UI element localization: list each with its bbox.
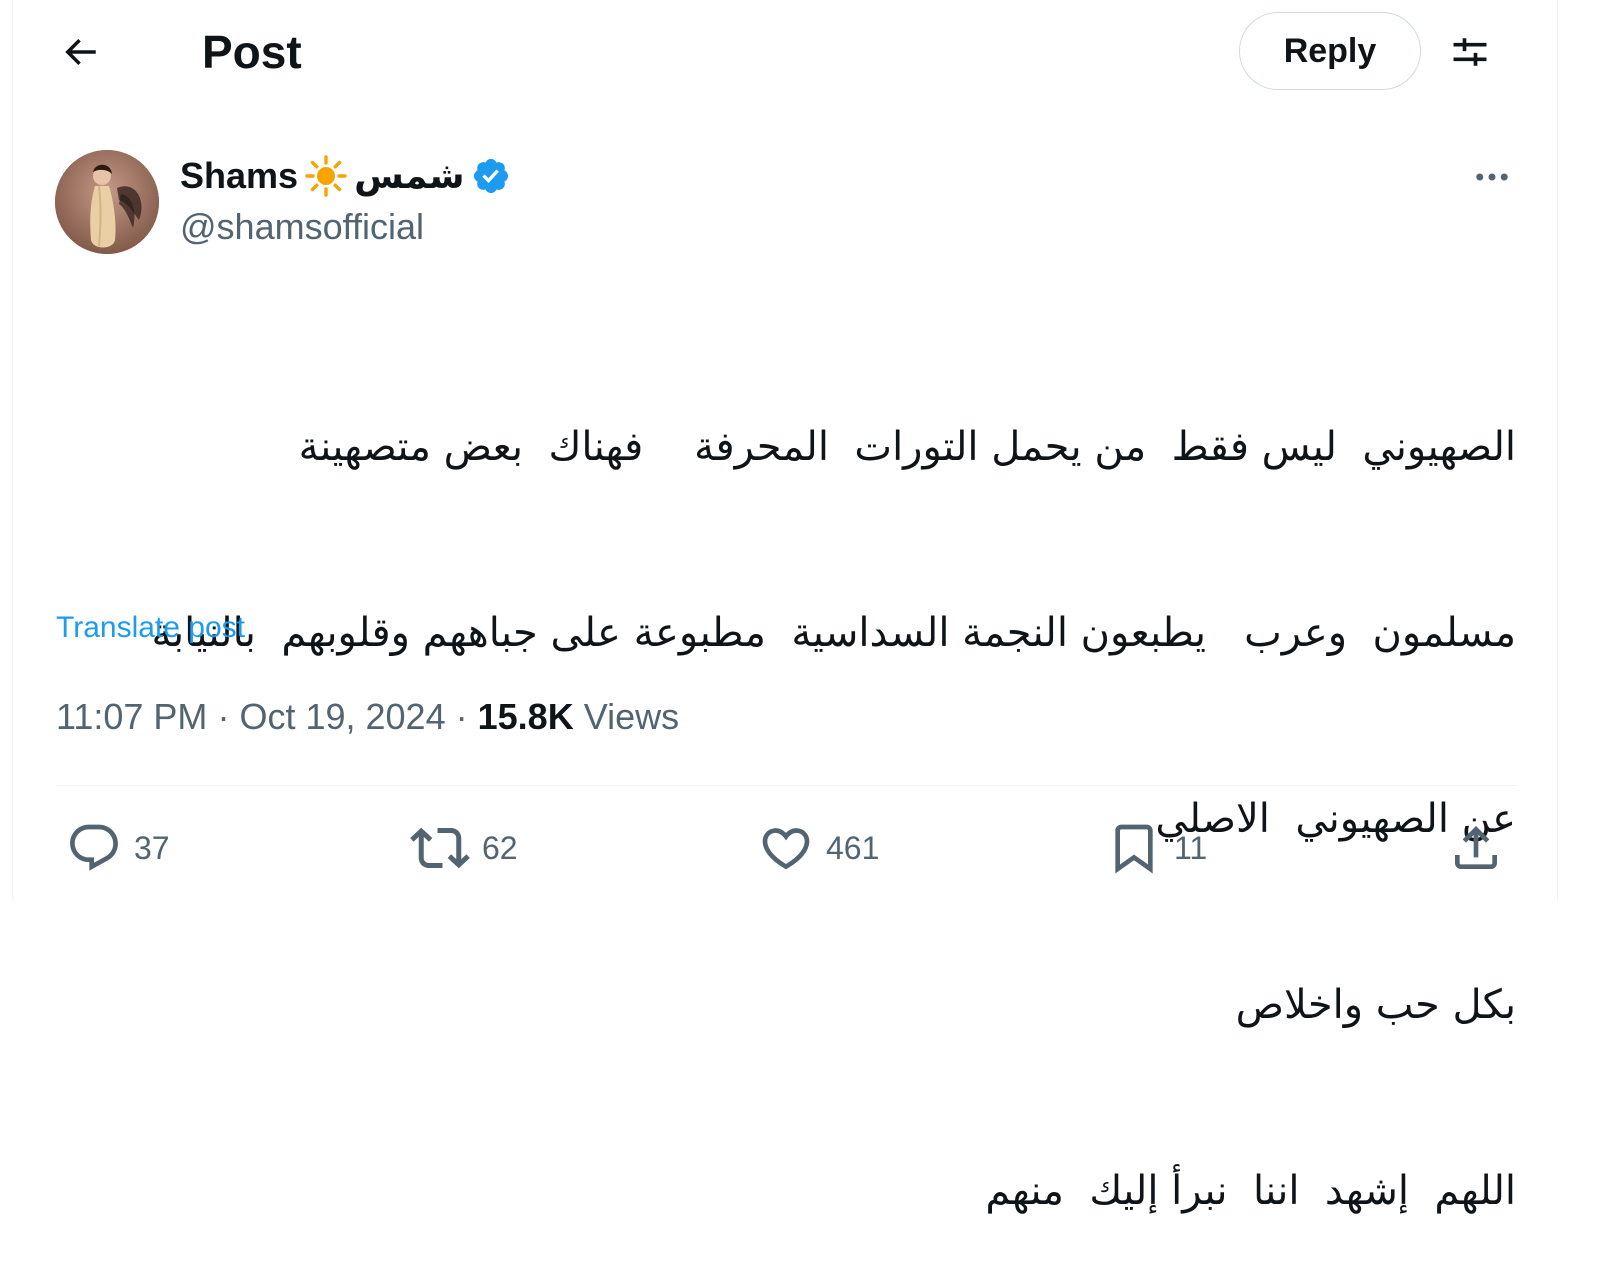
repost-icon <box>410 827 470 869</box>
back-button[interactable] <box>50 22 110 82</box>
reply-action-button[interactable]: 37 <box>66 818 170 878</box>
post-line: الصهيوني ليس فقط من يحمل التورات المحرفة… <box>298 424 1516 470</box>
like-action-button[interactable]: 461 <box>758 818 879 878</box>
sun-icon <box>305 155 347 197</box>
display-name-latin: Shams <box>180 155 299 196</box>
bookmark-icon <box>1115 824 1153 874</box>
verified-badge-icon <box>473 158 508 194</box>
divider <box>55 785 1517 786</box>
post-time[interactable]: 11:07 PM <box>56 696 207 737</box>
display-name-arabic: شمس <box>354 155 465 197</box>
bookmark-action-button[interactable]: 11 <box>1106 818 1207 878</box>
bookmark-count: 11 <box>1174 829 1208 866</box>
more-options-button[interactable] <box>1460 150 1524 204</box>
author-name[interactable]: Shams شمس <box>180 150 511 202</box>
translate-post-link[interactable]: Translate post <box>56 608 245 648</box>
meta-separator: · <box>455 696 468 737</box>
post-text: الصهيوني ليس فقط من يحمل التورات المحرفة… <box>60 292 1517 1284</box>
share-icon <box>1455 826 1497 869</box>
author-handle[interactable]: @shamsofficial <box>180 204 424 250</box>
meta-separator: · <box>217 696 230 737</box>
sliders-icon <box>1453 38 1487 66</box>
reply-icon <box>70 824 118 871</box>
repost-action-button[interactable]: 62 <box>410 818 518 878</box>
profile-photo <box>55 150 159 254</box>
reply-count: 37 <box>134 829 170 866</box>
post-line: اللهم إشهد اننا نبرأ إليك منهم <box>985 1168 1516 1214</box>
reply-button[interactable]: Reply <box>1239 12 1421 90</box>
post-date[interactable]: Oct 19, 2024 <box>239 696 445 737</box>
page-title: Post <box>202 26 302 78</box>
post-line: بكل حب واخلاص <box>1235 982 1516 1028</box>
arrow-left-icon <box>65 38 96 66</box>
post-meta: 11:07 PM · Oct 19, 2024 · 15.8K Views <box>56 694 679 740</box>
views-label: Views <box>583 696 680 737</box>
share-button[interactable] <box>1448 818 1504 878</box>
settings-button[interactable] <box>1438 22 1502 82</box>
avatar[interactable] <box>55 150 159 254</box>
repost-count: 62 <box>482 829 518 866</box>
views-count: 15.8K <box>477 696 574 737</box>
like-count: 461 <box>826 829 880 866</box>
post-line: مسلمون وعرب يطبعون النجمة السداسية مطبوع… <box>151 610 1517 656</box>
heart-icon <box>762 828 810 870</box>
more-horizontal-icon <box>1476 173 1508 181</box>
